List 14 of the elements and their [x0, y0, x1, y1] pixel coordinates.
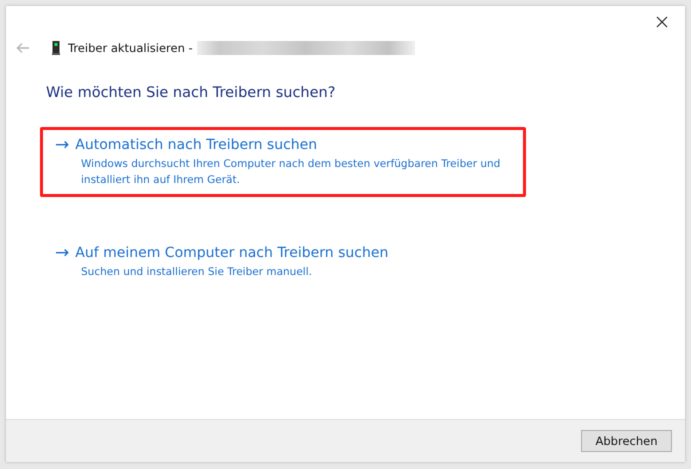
option-description: Windows durchsucht Ihren Computer nach dem besten verfügbaren Treiber und installiert ihn auf Ihrem Gerät.	[81, 157, 502, 188]
device-icon	[52, 41, 60, 55]
option-description: Suchen und installieren Sie Treiber manuell.	[81, 265, 313, 280]
search-option-link[interactable]: → Automatisch nach Treibern suchen Windows durchsucht Ihren Computer nach dem besten verfügbaren Treiber und installiert ihn auf Ihrem Gerät.	[40, 127, 526, 197]
window-title: Treiber aktualisieren -	[68, 41, 193, 55]
search-option-link[interactable]: → Auf meinem Computer nach Treibern suchen Suchen und installieren Sie Treiber manuell.	[40, 235, 526, 289]
cancel-button[interactable]: Abbrechen	[581, 430, 672, 452]
close-icon	[656, 16, 668, 28]
back-arrow-icon[interactable]	[16, 42, 30, 54]
arrow-icon: →	[55, 136, 70, 154]
option-title: Automatisch nach Treibern suchen	[75, 137, 318, 153]
arrow-icon: →	[55, 244, 70, 262]
heading: Wie möchten Sie nach Treibern suchen?	[46, 85, 336, 101]
option-title: Auf meinem Computer nach Treibern suchen	[75, 245, 388, 261]
